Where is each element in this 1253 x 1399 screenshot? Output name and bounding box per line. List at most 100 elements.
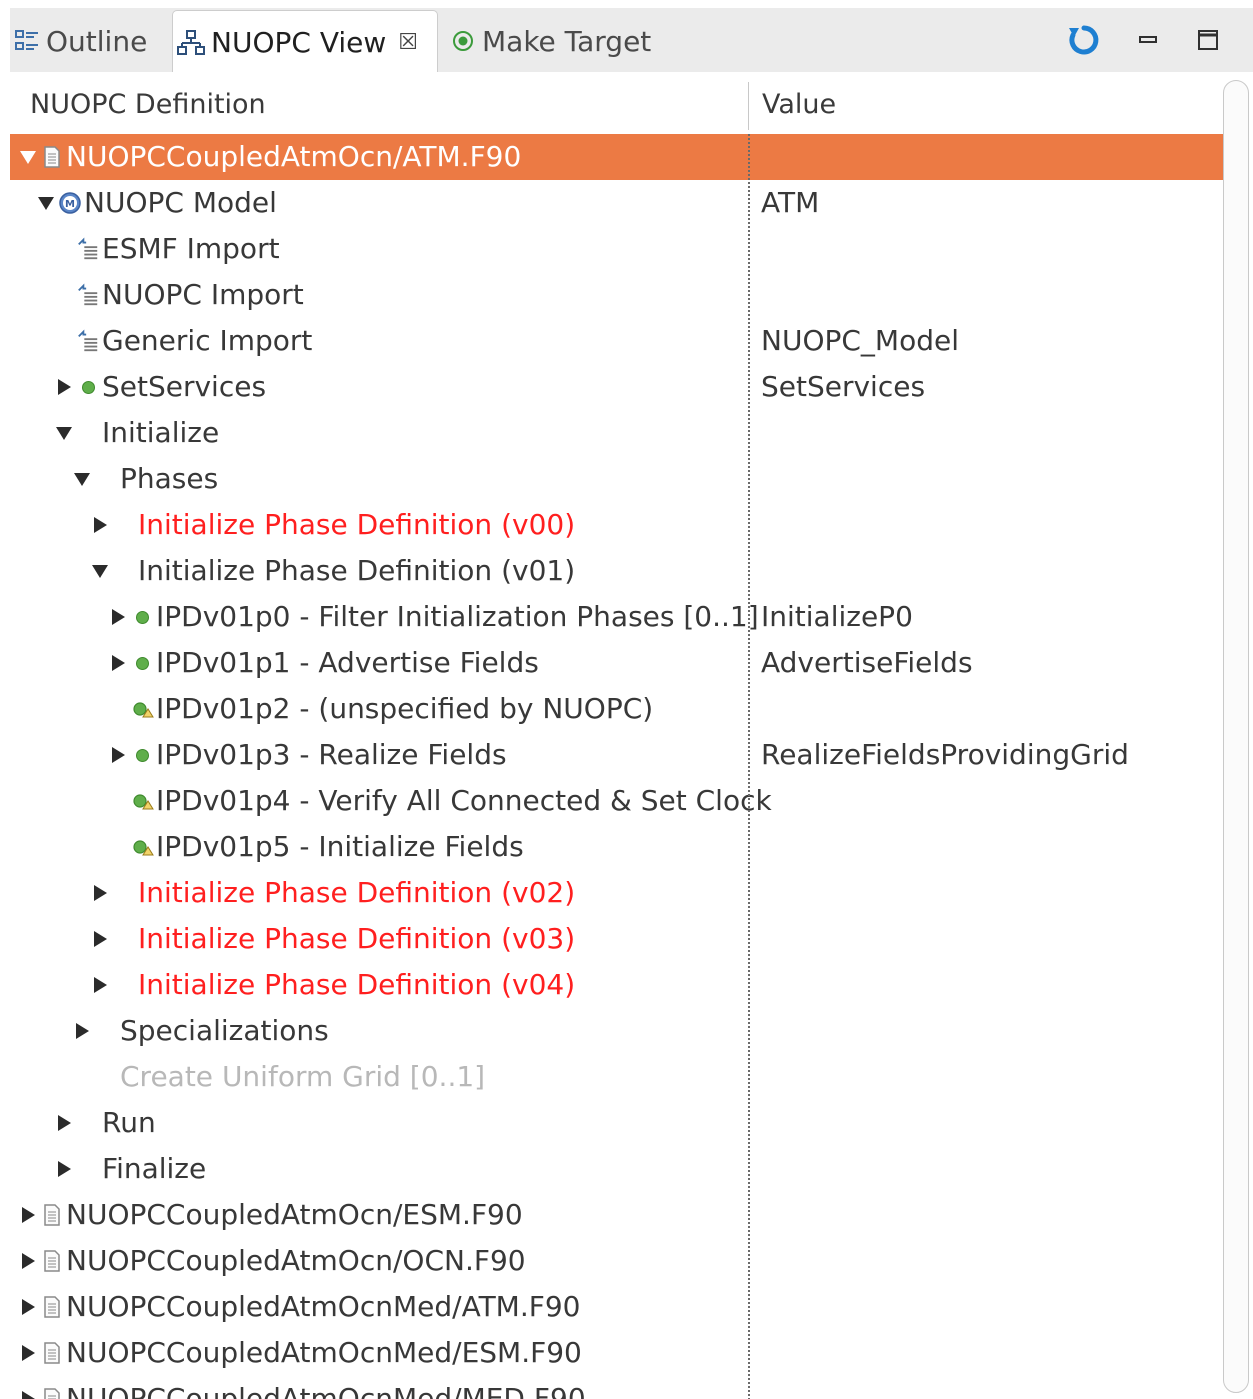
- tree-row-value[interactable]: ATM: [761, 180, 819, 226]
- expand-twisty-icon[interactable]: [90, 916, 110, 962]
- tree-row-label: Phases: [120, 462, 219, 495]
- table-header: NUOPC Definition Value: [10, 72, 1223, 132]
- tree-row[interactable]: NUOPCCoupledAtmOcn/ATM.F90: [10, 134, 1223, 180]
- tree-row-label: NUOPC Model: [84, 186, 277, 219]
- tab-make-target[interactable]: Make Target: [450, 10, 680, 72]
- tree-row[interactable]: Initialize: [10, 410, 1223, 456]
- nuopc-tree-icon: [177, 29, 205, 57]
- tree-row-label: ESMF Import: [102, 232, 280, 265]
- refresh-button[interactable]: [1064, 22, 1104, 62]
- tree-row[interactable]: IPDv01p5 - Initialize Fields: [10, 824, 1223, 870]
- close-icon[interactable]: ☒: [398, 30, 418, 55]
- tree-row-value[interactable]: RealizeFieldsProvidingGrid: [761, 732, 1129, 778]
- tree-row[interactable]: Create Uniform Grid [0..1]: [10, 1054, 1223, 1100]
- minimize-button[interactable]: [1128, 22, 1168, 62]
- model-icon: M: [58, 180, 82, 226]
- expand-twisty-icon[interactable]: [18, 1376, 38, 1399]
- tree-row-label: Initialize Phase Definition (v00): [138, 508, 576, 541]
- method-icon: [130, 594, 154, 640]
- tree-row-label: Specializations: [120, 1014, 329, 1047]
- tree-row[interactable]: Generic Import NUOPC_Model: [10, 318, 1223, 364]
- column-header-value[interactable]: Value: [762, 72, 836, 132]
- collapse-twisty-icon[interactable]: [90, 548, 110, 594]
- tree-row-label: Initialize: [102, 416, 220, 449]
- tree-row[interactable]: ESMF Import: [10, 226, 1223, 272]
- tree-row[interactable]: Initialize Phase Definition (v02): [10, 870, 1223, 916]
- tree-row[interactable]: NUOPCCoupledAtmOcnMed/ESM.F90: [10, 1330, 1223, 1376]
- svg-text:M: M: [65, 199, 75, 210]
- tree-row-label: NUOPCCoupledAtmOcnMed/MED.F90: [66, 1382, 586, 1399]
- expand-twisty-icon[interactable]: [72, 1008, 92, 1054]
- tab-outline[interactable]: Outline: [14, 10, 170, 72]
- tab-nuopc-view[interactable]: NUOPC View ☒: [172, 10, 438, 74]
- collapse-twisty-icon[interactable]: [18, 134, 38, 180]
- tree-row[interactable]: Phases: [10, 456, 1223, 502]
- import-icon: [76, 272, 100, 318]
- expand-twisty-icon[interactable]: [54, 364, 74, 410]
- tree-row-value[interactable]: InitializeP0: [761, 594, 913, 640]
- expand-twisty-icon[interactable]: [18, 1192, 38, 1238]
- expand-twisty-icon[interactable]: [18, 1330, 38, 1376]
- tree-row[interactable]: IPDv01p2 - (unspecified by NUOPC): [10, 686, 1223, 732]
- tree-row-label: IPDv01p5 - Initialize Fields: [156, 830, 524, 863]
- expand-twisty-icon[interactable]: [90, 502, 110, 548]
- tree-row[interactable]: IPDv01p3 - Realize Fields RealizeFieldsPr…: [10, 732, 1223, 778]
- expand-twisty-icon[interactable]: [54, 1100, 74, 1146]
- tree-row[interactable]: NUOPCCoupledAtmOcn/ESM.F90: [10, 1192, 1223, 1238]
- add-method-icon: [130, 686, 154, 732]
- tree-row-value[interactable]: NUOPC_Model: [761, 318, 959, 364]
- column-divider[interactable]: [748, 82, 749, 130]
- column-header-definition[interactable]: NUOPC Definition: [30, 72, 266, 132]
- tree-row-value[interactable]: AdvertiseFields: [761, 640, 973, 686]
- tree-row[interactable]: Initialize Phase Definition (v04): [10, 962, 1223, 1008]
- tree-row[interactable]: IPDv01p4 - Verify All Connected & Set Cl…: [10, 778, 1223, 824]
- expand-twisty-icon[interactable]: [54, 1146, 74, 1192]
- expand-twisty-icon[interactable]: [90, 962, 110, 1008]
- tree-row[interactable]: NUOPCCoupledAtmOcnMed/MED.F90: [10, 1376, 1223, 1399]
- tree-row[interactable]: Run: [10, 1100, 1223, 1146]
- expand-twisty-icon[interactable]: [18, 1238, 38, 1284]
- tree-row[interactable]: Finalize: [10, 1146, 1223, 1192]
- tree-row[interactable]: Initialize Phase Definition (v01): [10, 548, 1223, 594]
- expand-twisty-icon[interactable]: [108, 640, 128, 686]
- expand-twisty-icon[interactable]: [90, 870, 110, 916]
- tree-row-label: Finalize: [102, 1152, 207, 1185]
- tree-row-label: Initialize Phase Definition (v03): [138, 922, 576, 955]
- collapse-twisty-icon[interactable]: [54, 410, 74, 456]
- tab-make-target-label: Make Target: [482, 24, 652, 58]
- method-icon: [130, 732, 154, 778]
- method-icon: [130, 640, 154, 686]
- file-icon: [40, 134, 64, 180]
- collapse-twisty-icon[interactable]: [36, 180, 56, 226]
- tree-row-label: Initialize Phase Definition (v02): [138, 876, 576, 909]
- tree-row-label: NUOPCCoupledAtmOcn/ATM.F90: [66, 140, 522, 173]
- tree-row[interactable]: Specializations: [10, 1008, 1223, 1054]
- expand-twisty-icon[interactable]: [108, 594, 128, 640]
- tree-row[interactable]: Initialize Phase Definition (v03): [10, 916, 1223, 962]
- tree-row[interactable]: M NUOPC Model ATM: [10, 180, 1223, 226]
- tree-row-label: IPDv01p1 - Advertise Fields: [156, 646, 539, 679]
- tab-outline-label: Outline: [46, 24, 148, 58]
- nuopc-tree-table[interactable]: NUOPC Definition Value NUOPCCoupledAtmOc…: [10, 72, 1253, 1399]
- tree-row-label: Run: [102, 1106, 156, 1139]
- tree-row-label: NUOPCCoupledAtmOcn/OCN.F90: [66, 1244, 526, 1277]
- collapse-twisty-icon[interactable]: [72, 456, 92, 502]
- tree-row[interactable]: NUOPC Import: [10, 272, 1223, 318]
- tree-row-label: IPDv01p3 - Realize Fields: [156, 738, 507, 771]
- tree-row[interactable]: SetServices SetServices: [10, 364, 1223, 410]
- tree-row-value[interactable]: SetServices: [761, 364, 925, 410]
- tree-row-label: SetServices: [102, 370, 267, 403]
- expand-twisty-icon[interactable]: [108, 732, 128, 778]
- tree-row-label: Create Uniform Grid [0..1]: [120, 1060, 486, 1093]
- tree-row[interactable]: NUOPCCoupledAtmOcn/OCN.F90: [10, 1238, 1223, 1284]
- expand-twisty-icon[interactable]: [18, 1284, 38, 1330]
- tree-row[interactable]: NUOPCCoupledAtmOcnMed/ATM.F90: [10, 1284, 1223, 1330]
- column-separator-line: [748, 134, 750, 1399]
- tree-row[interactable]: IPDv01p1 - Advertise Fields AdvertiseFiel…: [10, 640, 1223, 686]
- outline-icon: [14, 28, 40, 54]
- tree-row-label: IPDv01p4 - Verify All Connected & Set Cl…: [156, 784, 772, 817]
- tree-row[interactable]: Initialize Phase Definition (v00): [10, 502, 1223, 548]
- tree-row[interactable]: IPDv01p0 - Filter Initialization Phases …: [10, 594, 1223, 640]
- maximize-button[interactable]: [1188, 22, 1228, 62]
- vertical-scrollbar[interactable]: [1223, 80, 1249, 1393]
